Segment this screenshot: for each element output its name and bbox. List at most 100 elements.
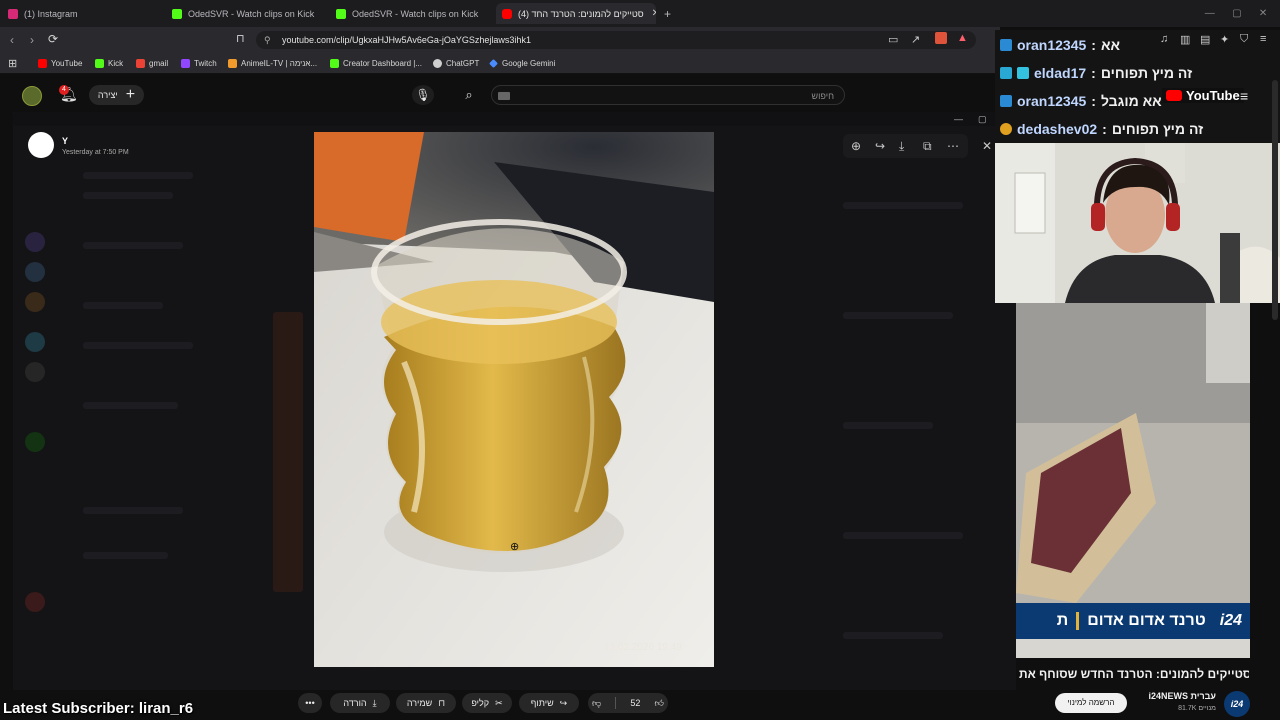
new-tab-button[interactable]: + bbox=[664, 3, 676, 24]
share-arrow-icon: ↪ bbox=[559, 697, 568, 708]
viewer-user-name[interactable]: Y bbox=[62, 136, 68, 146]
address-bar[interactable]: ⚲ youtube.com/clip/UgkxaHJHw5Av6eGa-jOaY… bbox=[256, 31, 976, 49]
bookmark-kick[interactable]: Kick bbox=[95, 56, 123, 70]
window-controls[interactable]: — ▢ ✕ bbox=[1196, 3, 1276, 24]
menu-icon[interactable]: ≡ bbox=[1240, 88, 1248, 104]
create-button[interactable]: יצירה + bbox=[89, 85, 144, 105]
back-icon[interactable]: ‹ bbox=[10, 33, 14, 47]
webcam-feed bbox=[995, 143, 1280, 303]
chat-badge-icon bbox=[1000, 67, 1012, 79]
tab-instagram[interactable]: (1) Instagram bbox=[8, 3, 168, 24]
chat-badge-icon bbox=[1000, 95, 1012, 107]
youtube-icon bbox=[38, 58, 47, 68]
share-button[interactable]: שיתוף ↪ bbox=[519, 693, 579, 713]
subscribe-button[interactable]: הרשמה למינוי bbox=[1055, 693, 1127, 713]
forward-icon[interactable]: › bbox=[30, 33, 34, 47]
plus-icon: + bbox=[125, 86, 136, 103]
wallet-icon[interactable]: ▤ bbox=[1200, 33, 1210, 46]
more-actions-button[interactable]: ••• bbox=[298, 693, 322, 713]
youtube-short-video[interactable]: ת טרנד אדום אדום i24 bbox=[1016, 303, 1250, 658]
bookmark-gemini[interactable]: Google Gemini bbox=[489, 56, 555, 70]
close-tab-icon[interactable]: ✕ bbox=[652, 8, 656, 19]
brave-shield-icon[interactable] bbox=[935, 32, 947, 44]
cast-icon[interactable]: ▭ bbox=[888, 33, 898, 46]
ai-icon[interactable]: ✦ bbox=[1220, 33, 1229, 46]
chatgpt-icon bbox=[433, 58, 442, 68]
site-info-icon[interactable]: ⚲ bbox=[264, 31, 271, 49]
media-icon[interactable]: ♫ bbox=[1160, 33, 1168, 45]
zoom-cursor-icon: ⊕ bbox=[510, 541, 520, 553]
voice-search-icon[interactable]: 🎙︎ bbox=[412, 85, 434, 105]
brave-rewards-icon[interactable]: ▲ bbox=[957, 32, 968, 44]
chat-message: eldad17 : זה מיץ תפוחים bbox=[1000, 63, 1192, 83]
avatar[interactable] bbox=[22, 86, 42, 106]
close-window-icon[interactable]: ✕ bbox=[1259, 8, 1267, 19]
bookmark-twitch[interactable]: Twitch bbox=[181, 56, 217, 70]
discord-minimize-icon[interactable]: — bbox=[954, 114, 963, 124]
bookmark-page-icon[interactable]: ⊓ bbox=[236, 32, 245, 45]
chat-message: dedashev02 : זה מיץ תפוחים bbox=[1000, 119, 1203, 139]
bookmark-animeil[interactable]: AnimeIL-TV | אנימה... bbox=[228, 56, 317, 70]
maximize-icon[interactable]: ▢ bbox=[1232, 8, 1241, 19]
chat-message: oran12345 : אא bbox=[1000, 35, 1120, 55]
tab-youtube-active[interactable]: (4) סטייקים להמונים: הטרנד החד ✕ bbox=[496, 3, 656, 24]
kick-icon bbox=[330, 58, 339, 68]
share-page-icon[interactable]: ↗ bbox=[911, 33, 920, 46]
download-button[interactable]: הורדה ⤓ bbox=[330, 693, 390, 713]
kick-icon bbox=[336, 8, 346, 19]
like-dislike-group: 👎︎ 52 👍︎ bbox=[588, 693, 668, 713]
dislike-icon[interactable]: 👎︎ bbox=[592, 698, 601, 709]
photo-date-stamp: 13.02.2026 19:49 bbox=[604, 642, 682, 653]
i24-logo: i24 bbox=[1219, 612, 1242, 629]
channel-name[interactable]: i24NEWS עברית bbox=[1134, 691, 1216, 701]
bookmark-gmail[interactable]: gmail bbox=[136, 56, 168, 70]
apps-grid-icon[interactable]: ⊞ bbox=[8, 57, 17, 70]
browser-menu-icon[interactable]: ≡ bbox=[1260, 33, 1266, 45]
channel-avatar[interactable]: i24 bbox=[1224, 691, 1250, 717]
notification-badge: 4 bbox=[59, 85, 69, 95]
video-title[interactable]: סטייקים להמונים: הטרנד החדש שסוחף את bbox=[1019, 667, 1249, 681]
clip-button[interactable]: קליפ ✂ bbox=[462, 693, 512, 713]
search-icon[interactable]: ⌕ bbox=[458, 85, 480, 105]
chat-badge-icon bbox=[1017, 67, 1029, 79]
save-button[interactable]: שמירה ⊓ bbox=[396, 693, 456, 713]
kick-icon bbox=[95, 58, 104, 68]
page-scrollbar[interactable] bbox=[1272, 80, 1278, 320]
forward-share-icon[interactable]: ↪ bbox=[875, 139, 885, 153]
tab-kick-1[interactable]: OdedSVR - Watch clips on Kick bbox=[172, 3, 332, 24]
bookmark-youtube[interactable]: YouTube bbox=[38, 56, 82, 70]
download-icon: ⤓ bbox=[372, 697, 377, 708]
reload-icon[interactable]: ⟳ bbox=[48, 32, 58, 46]
like-icon[interactable]: 👍︎ bbox=[655, 698, 664, 709]
gemini-icon bbox=[489, 58, 498, 68]
news-ticker: ת טרנד אדום אדום i24 bbox=[1016, 603, 1250, 639]
vpn-icon[interactable]: ⛉ bbox=[1240, 33, 1248, 46]
viewer-user-avatar[interactable] bbox=[28, 132, 54, 158]
latest-subscriber-overlay: Latest Subscriber: liran_r6 bbox=[3, 700, 194, 717]
channel-subscribers: 81.7K מנויים bbox=[1178, 705, 1216, 712]
keyboard-icon[interactable] bbox=[498, 92, 510, 100]
search-input[interactable]: חיפוש bbox=[491, 85, 845, 105]
like-count: 52 bbox=[630, 698, 641, 708]
download-icon[interactable]: ⤓ bbox=[899, 139, 904, 154]
minimize-icon[interactable]: — bbox=[1205, 8, 1215, 19]
more-options-icon[interactable]: ⋯ bbox=[947, 139, 959, 153]
gmail-icon bbox=[136, 58, 145, 68]
close-viewer-icon[interactable]: ✕ bbox=[982, 139, 992, 153]
zoom-in-icon[interactable]: ⊕ bbox=[851, 139, 861, 153]
youtube-icon bbox=[502, 8, 512, 19]
instagram-icon bbox=[8, 8, 18, 19]
chat-badge-icon bbox=[1000, 39, 1012, 51]
glass-of-juice-photo bbox=[314, 132, 714, 667]
tab-kick-2[interactable]: OdedSVR - Watch clips on Kick bbox=[336, 3, 492, 24]
viewed-photo[interactable]: 13.02.2026 19:49 bbox=[314, 132, 714, 667]
sidebar-icon[interactable]: ▥ bbox=[1180, 33, 1190, 46]
discord-maximize-icon[interactable]: ▢ bbox=[978, 114, 987, 125]
bookmark-icon: ⊓ bbox=[438, 697, 446, 708]
youtube-play-icon bbox=[1166, 90, 1182, 101]
bookmark-creator-dashboard[interactable]: Creator Dashboard |... bbox=[330, 56, 422, 70]
kick-icon bbox=[172, 8, 182, 19]
youtube-logo[interactable]: YouTube bbox=[1162, 88, 1244, 103]
bookmark-chatgpt[interactable]: ChatGPT bbox=[433, 56, 479, 70]
open-external-icon[interactable]: ⧉ bbox=[923, 139, 932, 154]
